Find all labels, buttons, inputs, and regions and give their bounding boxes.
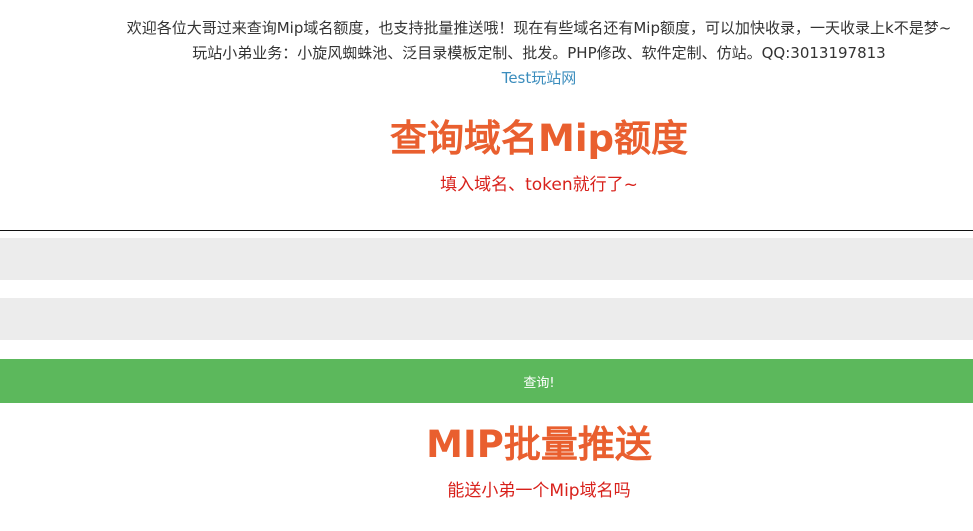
query-title: 查询域名Mip额度 — [390, 117, 688, 160]
domain-input[interactable] — [0, 238, 973, 280]
query-button[interactable]: 查询! — [0, 359, 973, 403]
notice-line-1: 欢迎各位大哥过来查询Mip域名额度，也支持批量推送哦！现在有些域名还有Mip额度… — [126, 19, 952, 37]
divider — [0, 230, 973, 231]
query-subtitle: 填入域名、token就行了~ — [440, 175, 638, 195]
notice-line-2: 玩站小弟业务：小旋风蜘蛛池、泛目录模板定制、批发。PHP修改、软件定制、仿站。Q… — [192, 44, 886, 62]
push-subtitle: 能送小弟一个Mip域名吗 — [447, 481, 631, 501]
token-input[interactable] — [0, 298, 973, 340]
site-link[interactable]: Test玩站网 — [0, 68, 973, 88]
push-title: MIP批量推送 — [426, 423, 652, 466]
